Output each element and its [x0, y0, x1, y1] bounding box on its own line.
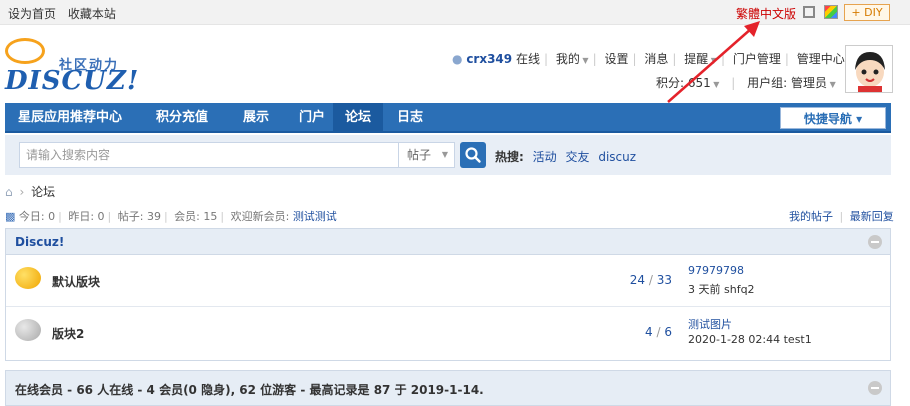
forum-thread-count: 24 [629, 273, 646, 287]
chevron-down-icon: ▼ [710, 80, 720, 89]
category-header: Discuz! [6, 229, 890, 255]
forum-name[interactable]: 版块2 [52, 325, 84, 342]
breadcrumb: ⌂ › 论坛 [5, 185, 56, 199]
mine-menu[interactable]: 我的 [556, 52, 580, 66]
forum-name[interactable]: 默认版块 [52, 273, 100, 290]
last-post-meta: 3 天前 shfq2 [688, 283, 755, 296]
usergroup-menu[interactable]: 用户组: 管理员 [747, 76, 827, 90]
settings-link[interactable]: 设置 [604, 52, 628, 66]
my-posts-link[interactable]: 我的帖子 [789, 210, 833, 223]
bookmark-link[interactable]: 收藏本站 [68, 7, 116, 21]
stats-yesterday: 昨日: 0 [68, 210, 105, 223]
last-post-title[interactable]: 97979798 [688, 264, 744, 277]
nav-item-app-center[interactable]: 星辰应用推荐中心 [5, 103, 135, 133]
search-bar: 请输入搜索内容 帖子 ▼ 热搜: 活动 交友 discuz [5, 135, 891, 175]
forum-post-count: 6 [664, 325, 672, 339]
chevron-down-icon: ▼ [708, 56, 717, 65]
credits-menu[interactable]: 积分: 651 [656, 76, 711, 90]
collapse-icon[interactable] [868, 235, 882, 249]
hot-word[interactable]: discuz [598, 150, 636, 164]
username-link[interactable]: crx349 [466, 52, 512, 66]
nav-item-forum[interactable]: 论坛 [333, 103, 383, 133]
hot-word[interactable]: 交友 [565, 150, 589, 164]
category-title[interactable]: Discuz! [15, 235, 64, 249]
portal-management-link[interactable]: 门户管理 [733, 52, 781, 66]
nav-item-recharge[interactable]: 积分充值 [141, 103, 223, 133]
forum-counts: 24 / 33 [629, 273, 672, 287]
logo-wordmark: DISCUZ! [5, 66, 140, 96]
last-post-meta: 2020-1-28 02:44 test1 [688, 333, 812, 346]
stats-welcome: 欢迎新会员: [230, 210, 290, 223]
top-links: 设为首页 收藏本站 [8, 5, 124, 22]
forum-row: 默认版块 24 / 33 97979798 3 天前 shfq2 [6, 255, 890, 307]
collapse-icon[interactable] [868, 381, 882, 395]
avatar-image [846, 46, 892, 92]
hot-word[interactable]: 活动 [533, 150, 557, 164]
chevron-down-icon: ▼ [827, 80, 836, 89]
breadcrumb-current: 论坛 [31, 185, 56, 199]
quick-nav-button[interactable]: 快捷导航 ▾ [780, 107, 886, 129]
fullscreen-icon[interactable] [803, 6, 815, 18]
new-member-link[interactable]: 测试测试 [293, 210, 337, 223]
chevron-down-icon: ▼ [441, 150, 448, 159]
hot-search-label: 热搜: [495, 150, 524, 164]
search-input[interactable]: 请输入搜索内容 [19, 142, 399, 168]
top-bar: 设为首页 收藏本站 繁體中文版 + DIY [0, 0, 910, 25]
user-icon: ● [452, 52, 463, 66]
admin-center-link[interactable]: 管理中心 [797, 52, 845, 66]
forum-thread-count: 4 [645, 325, 653, 339]
forum-new-icon [15, 267, 41, 289]
search-icon [465, 147, 481, 163]
forum-row: 版块2 4 / 6 测试图片 2020-1-28 02:44 test1 [6, 307, 890, 359]
nav-item-blog[interactable]: 日志 [385, 103, 435, 133]
stats-members: 会员: 15 [174, 210, 218, 223]
stats-posts: 帖子: 39 [117, 210, 161, 223]
search-button[interactable] [460, 142, 486, 168]
main-nav: 星辰应用推荐中心 积分充值 展示 门户 论坛 日志 快捷导航 ▾ [5, 103, 891, 133]
traditional-chinese-link[interactable]: 繁體中文版 [736, 5, 796, 22]
latest-replies-link[interactable]: 最新回复 [850, 210, 894, 223]
logo-bubble-icon [5, 38, 45, 64]
online-summary[interactable]: 在线会员 - 66 人在线 - 4 会员(0 隐身), 62 位游客 - 最高记… [15, 381, 484, 398]
set-home-link[interactable]: 设为首页 [8, 7, 56, 21]
forum-icon [15, 319, 41, 341]
forum-counts: 4 / 6 [645, 325, 672, 339]
diy-button[interactable]: + DIY [844, 4, 890, 21]
nav-item-show[interactable]: 展示 [229, 103, 283, 133]
avatar[interactable] [845, 45, 893, 93]
search-type-value: 帖子 [407, 148, 432, 162]
messages-link[interactable]: 消息 [644, 52, 668, 66]
stats-today: 今日: 0 [18, 210, 56, 223]
forum-stats: ▩ 今日: 0 | 昨日: 0 | 帖子: 39 | 会员: 15 | 欢迎新会员: 测… [5, 210, 337, 223]
reminders-menu[interactable]: 提醒 [684, 52, 708, 66]
user-info: 积分: 651 ▼ | 用户组: 管理员 ▼ [656, 76, 836, 90]
home-icon[interactable]: ⌂ [5, 185, 13, 199]
last-post-title[interactable]: 测试图片 [688, 316, 732, 332]
search-type-select[interactable]: 帖子 ▼ [399, 142, 455, 168]
forum-post-count: 33 [656, 273, 672, 287]
forum-category: Discuz! 默认版块 24 / 33 97979798 3 天前 shfq2… [5, 228, 891, 361]
user-nav: ● crx349 在线 | 我的 ▼ | 设置 | 消息 | 提醒 ▼ | 门户管理 | 管… [452, 50, 885, 67]
chevron-down-icon: ▼ [579, 56, 589, 65]
discuz-logo[interactable]: 社区动力 DISCUZ! [5, 36, 138, 98]
theme-palette-icon[interactable] [824, 5, 838, 19]
nav-item-portal[interactable]: 门户 [287, 103, 337, 133]
stats-links: 我的帖子 | 最新回复 [789, 210, 894, 223]
hot-search: 热搜: 活动 交友 discuz [495, 148, 636, 165]
online-members-box: 在线会员 - 66 人在线 - 4 会员(0 隐身), 62 位游客 - 最高记… [5, 370, 891, 406]
stats-chart-icon: ▩ [5, 210, 16, 223]
online-status: 在线 [515, 52, 540, 66]
